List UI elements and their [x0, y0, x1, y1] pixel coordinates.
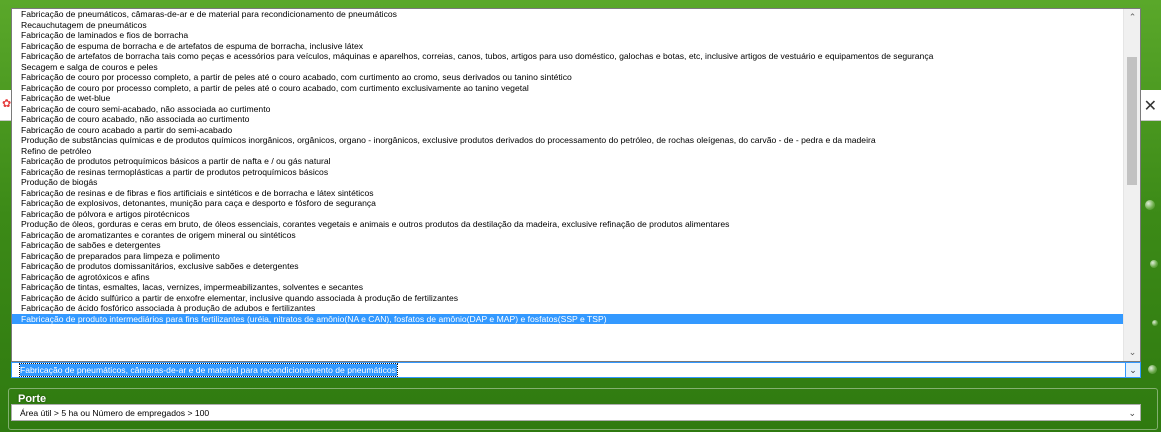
list-option[interactable]: Fabricação de ácido sulfúrico a partir d…: [12, 293, 1123, 304]
list-option[interactable]: Fabricação de wet-blue: [12, 93, 1123, 104]
list-option[interactable]: Fabricação de couro semi-acabado, não as…: [12, 104, 1123, 115]
list-option[interactable]: Produção de óleos, gorduras e ceras em b…: [12, 219, 1123, 230]
list-option[interactable]: Fabricação de produto intermediários par…: [12, 313, 1123, 325]
list-option[interactable]: Produção de biogás: [12, 177, 1123, 188]
porte-combobox[interactable]: Área útil > 5 ha ou Número de empregados…: [11, 404, 1141, 421]
list-option[interactable]: Fabricação de preparados para limpeza e …: [12, 251, 1123, 262]
list-option[interactable]: Fabricação de aromatizantes e corantes d…: [12, 230, 1123, 241]
list-option[interactable]: Fabricação de couro acabado a partir do …: [12, 125, 1123, 136]
list-scrollbar[interactable]: ⌃ ⌄: [1123, 9, 1140, 361]
list-option[interactable]: Fabricação de pólvora e artigos pirotécn…: [12, 209, 1123, 220]
list-option[interactable]: Fabricação de pneumáticos, câmaras-de-ar…: [12, 9, 1123, 20]
activity-dropdown-list[interactable]: Fabricação de pneumáticos, câmaras-de-ar…: [11, 8, 1141, 362]
list-option[interactable]: Fabricação de ácido fosfórico associada …: [12, 303, 1123, 314]
chevron-down-icon[interactable]: ⌄: [1124, 344, 1140, 361]
water-drop: [1148, 365, 1157, 374]
list-option[interactable]: Fabricação de produtos petroquímicos bás…: [12, 156, 1123, 167]
list-option[interactable]: Produção de substâncias químicas e de pr…: [12, 135, 1123, 146]
chevron-down-icon[interactable]: ⌄: [1125, 363, 1140, 377]
list-option[interactable]: Recauchutagem de pneumáticos: [12, 20, 1123, 31]
activity-combobox[interactable]: Fabricação de pneumáticos, câmaras-de-ar…: [11, 362, 1141, 378]
list-option[interactable]: Fabricação de sabões e detergentes: [12, 240, 1123, 251]
list-option[interactable]: Fabricação de explosivos, detonantes, mu…: [12, 198, 1123, 209]
list-option[interactable]: Fabricação de produtos domissanitários, …: [12, 261, 1123, 272]
list-option[interactable]: Fabricação de agrotóxicos e afins: [12, 272, 1123, 283]
list-option[interactable]: Fabricação de couro por processo complet…: [12, 72, 1123, 83]
chevron-down-icon[interactable]: ⌄: [1128, 407, 1136, 419]
list-option[interactable]: Fabricação de couro acabado, não associa…: [12, 114, 1123, 125]
option-list: Fabricação de pneumáticos, câmaras-de-ar…: [12, 9, 1123, 325]
water-drop: [1150, 260, 1158, 268]
list-option[interactable]: Fabricação de laminados e fios de borrac…: [12, 30, 1123, 41]
list-option[interactable]: Fabricação de couro por processo complet…: [12, 83, 1123, 94]
list-option[interactable]: Fabricação de artefatos de borracha tais…: [12, 51, 1123, 62]
list-option[interactable]: Fabricação de resinas termoplásticas a p…: [12, 167, 1123, 178]
close-icon[interactable]: ✕: [1144, 96, 1157, 116]
porte-selected-value: Área útil > 5 ha ou Número de empregados…: [20, 408, 210, 418]
list-option[interactable]: Secagem e salga de couros e peles: [12, 62, 1123, 73]
scrollbar-thumb[interactable]: [1127, 57, 1137, 185]
water-drop: [1145, 200, 1155, 210]
list-option[interactable]: Fabricação de resinas e de fibras e fios…: [12, 188, 1123, 199]
list-option[interactable]: Refino de petróleo: [12, 146, 1123, 157]
combobox-selected-value: Fabricação de pneumáticos, câmaras-de-ar…: [19, 363, 398, 377]
water-drop: [1152, 320, 1158, 326]
list-option[interactable]: Fabricação de tintas, esmaltes, lacas, v…: [12, 282, 1123, 293]
chevron-up-icon[interactable]: ⌃: [1124, 9, 1140, 26]
list-option[interactable]: Fabricação de espuma de borracha e de ar…: [12, 41, 1123, 52]
